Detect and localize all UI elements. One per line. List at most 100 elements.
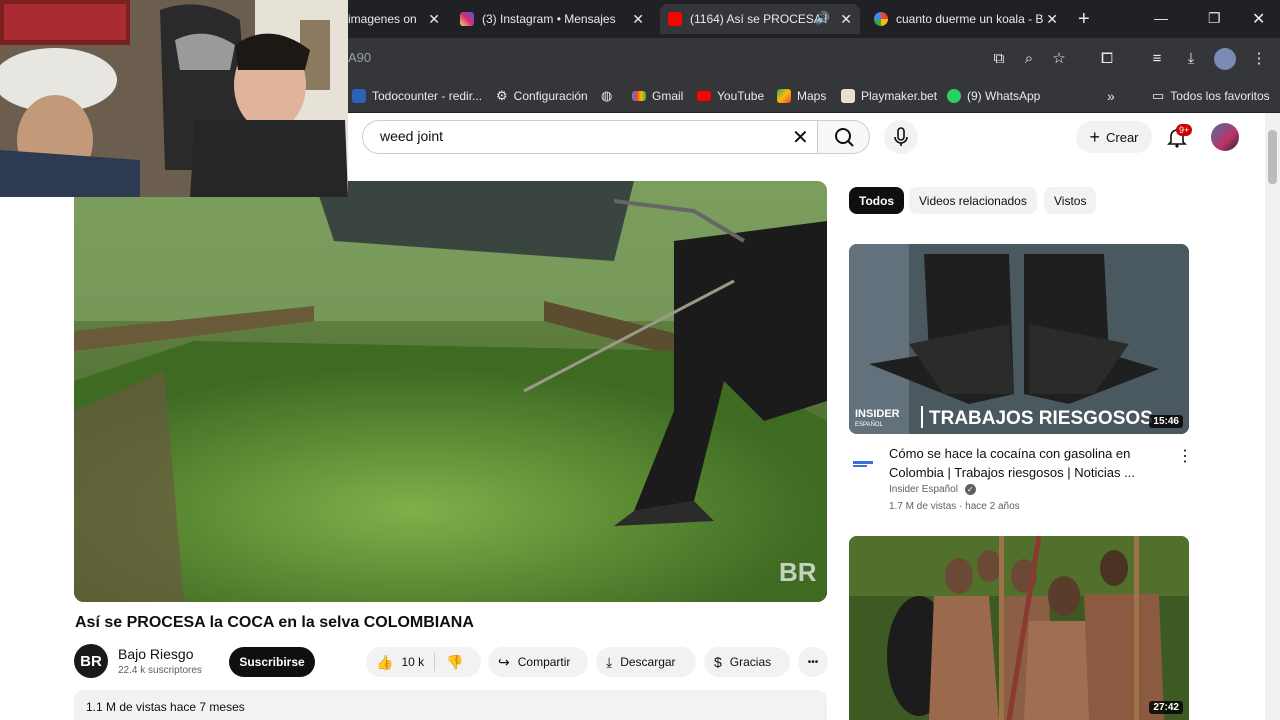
bookmark-playmaker[interactable]: Playmaker.bet xyxy=(841,86,937,106)
insider-logo-icon xyxy=(853,461,873,467)
bookmark-maps[interactable]: Maps xyxy=(777,86,826,106)
related-video-title[interactable]: Cómo se hace la cocaína con gasolina en … xyxy=(889,444,1159,482)
download-button[interactable]: ⤓ Descargar xyxy=(596,647,696,677)
download-icon[interactable]: ⤓ xyxy=(1180,48,1202,70)
webcam-image xyxy=(0,0,348,197)
bookmark-label: YouTube xyxy=(717,89,765,103)
more-actions-button[interactable]: ••• xyxy=(798,647,828,677)
zoom-icon[interactable]: ⌕ xyxy=(1018,48,1040,70)
close-icon[interactable]: ✕ xyxy=(428,11,440,28)
thumbnail-image: INSIDER ESPAÑOL TRABAJOS RIESGOSOS xyxy=(849,244,1189,434)
notification-badge: 9+ xyxy=(1176,124,1193,136)
chip-vistos[interactable]: Vistos xyxy=(1044,187,1097,214)
related-channel-avatar[interactable] xyxy=(851,452,875,476)
avatar[interactable] xyxy=(1211,123,1239,151)
close-icon[interactable]: ✕ xyxy=(840,11,852,28)
video-frame: BR xyxy=(74,181,827,602)
tab-title: imagenes on xyxy=(348,12,417,26)
tab-google[interactable]: cuanto duerme un koala - B ✕ xyxy=(866,4,1066,34)
channel-name: Insider Español xyxy=(889,484,958,495)
upload-age: hace 7 meses xyxy=(170,700,245,714)
scrollbar[interactable] xyxy=(1265,113,1280,720)
thanks-label: Gracias xyxy=(729,655,772,669)
plus-icon: + xyxy=(1089,126,1100,147)
tab-youtube-active[interactable]: (1164) Así se PROCESA l 🔊 ✕ xyxy=(660,4,860,34)
share-icon: ↪ xyxy=(498,653,510,670)
chip-videos-relacionados[interactable]: Videos relacionados xyxy=(909,187,1037,214)
close-icon[interactable]: ✕ xyxy=(632,11,644,28)
profile-icon[interactable] xyxy=(1214,48,1236,70)
related-video-thumbnail[interactable]: INSIDER ESPAÑOL TRABAJOS RIESGOSOS 15:46 xyxy=(849,244,1189,434)
star-icon[interactable]: ☆ xyxy=(1048,48,1070,70)
thumb-brand: INSIDER xyxy=(855,408,900,420)
share-button[interactable]: ↪ Compartir xyxy=(488,647,588,677)
more-bookmarks-button[interactable]: » xyxy=(1107,86,1115,106)
related-video-thumbnail[interactable]: 27:42 xyxy=(849,536,1189,720)
thumbnail-image xyxy=(849,536,1189,720)
globe-icon: ◍ xyxy=(601,88,613,103)
like-dislike-group: 👍 10 k 👎 xyxy=(366,647,481,677)
bookmark-globe[interactable]: ◍ xyxy=(601,86,612,106)
tab-title: cuanto duerme un koala - B xyxy=(896,12,1044,26)
youtube-icon xyxy=(697,91,711,101)
video-watermark: BR xyxy=(779,557,817,587)
playmaker-icon xyxy=(841,89,855,103)
thumbs-down-icon[interactable]: 👎 xyxy=(446,654,463,671)
related-video-channel[interactable]: Insider Español ✓ xyxy=(889,484,976,495)
kebab-menu-icon[interactable]: ⋮ xyxy=(1248,48,1270,70)
minimize-button[interactable]: — xyxy=(1154,10,1168,26)
channel-avatar[interactable]: BR xyxy=(74,644,108,678)
instagram-icon xyxy=(460,12,474,26)
bookmark-gmail[interactable]: Gmail xyxy=(632,86,683,106)
close-window-button[interactable]: ✕ xyxy=(1252,9,1265,29)
video-player[interactable]: BR xyxy=(74,181,827,602)
create-button[interactable]: + Crear xyxy=(1076,121,1152,153)
microphone-icon xyxy=(894,127,908,146)
chip-todos[interactable]: Todos xyxy=(849,187,905,214)
verified-icon: ✓ xyxy=(964,484,976,495)
maps-icon xyxy=(777,89,791,103)
bookmark-todocounter[interactable]: Todocounter - redir... xyxy=(352,86,482,106)
video-options-icon[interactable]: ⋮ xyxy=(1177,446,1193,466)
channel-name[interactable]: Bajo Riesgo xyxy=(118,646,194,662)
media-icon[interactable]: ≡ xyxy=(1146,48,1168,70)
todocounter-icon xyxy=(352,89,366,103)
speaker-icon[interactable]: 🔊 xyxy=(815,11,830,25)
cast-icon[interactable]: ⧉ xyxy=(988,48,1010,70)
thumbs-up-icon[interactable]: 👍 xyxy=(376,654,393,671)
close-icon[interactable]: ✕ xyxy=(1046,11,1058,28)
bookmark-label: Playmaker.bet xyxy=(861,89,938,103)
view-count: 1.1 M de vistas xyxy=(86,700,167,714)
search-input[interactable] xyxy=(380,128,760,144)
google-icon xyxy=(874,12,888,26)
gear-icon: ⚙ xyxy=(496,88,508,103)
extensions-icon[interactable]: ⧠ xyxy=(1096,48,1118,70)
whatsapp-icon xyxy=(947,89,961,103)
upload-age: hace 2 años xyxy=(965,501,1020,512)
bookmark-label: Maps xyxy=(797,89,827,103)
all-bookmarks-label: Todos los favoritos xyxy=(1170,89,1270,103)
bookmark-configuracion[interactable]: ⚙ Configuración xyxy=(496,86,588,106)
tab-instagram[interactable]: (3) Instagram • Mensajes ✕ xyxy=(452,4,652,34)
url-text[interactable]: A90 xyxy=(348,50,371,65)
video-stats: 1.1 M de vistas hace 7 meses xyxy=(86,700,245,714)
bookmark-label: (9) WhatsApp xyxy=(967,89,1041,103)
all-bookmarks[interactable]: ▭ Todos los favoritos xyxy=(1152,86,1270,106)
download-label: Descargar xyxy=(620,655,676,669)
search-button[interactable] xyxy=(817,120,870,154)
thanks-button[interactable]: $ Gracias xyxy=(704,647,790,677)
like-count[interactable]: 10 k xyxy=(401,655,424,669)
divider xyxy=(434,653,435,671)
share-label: Compartir xyxy=(517,655,571,669)
bookmark-label: Gmail xyxy=(652,89,684,103)
download-icon: ⤓ xyxy=(606,653,613,670)
maximize-button[interactable]: ❐ xyxy=(1208,10,1221,27)
bookmark-youtube[interactable]: YouTube xyxy=(697,86,764,106)
bookmark-whatsapp[interactable]: (9) WhatsApp xyxy=(947,86,1040,106)
clear-search-icon[interactable]: ✕ xyxy=(792,125,809,150)
tab-imagenes[interactable]: imagenes on ✕ xyxy=(340,4,448,34)
subscribe-button[interactable]: Suscribirse xyxy=(229,647,315,677)
scrollbar-thumb[interactable] xyxy=(1268,130,1277,184)
new-tab-button[interactable]: + xyxy=(1078,8,1090,31)
voice-search-button[interactable] xyxy=(884,120,918,154)
